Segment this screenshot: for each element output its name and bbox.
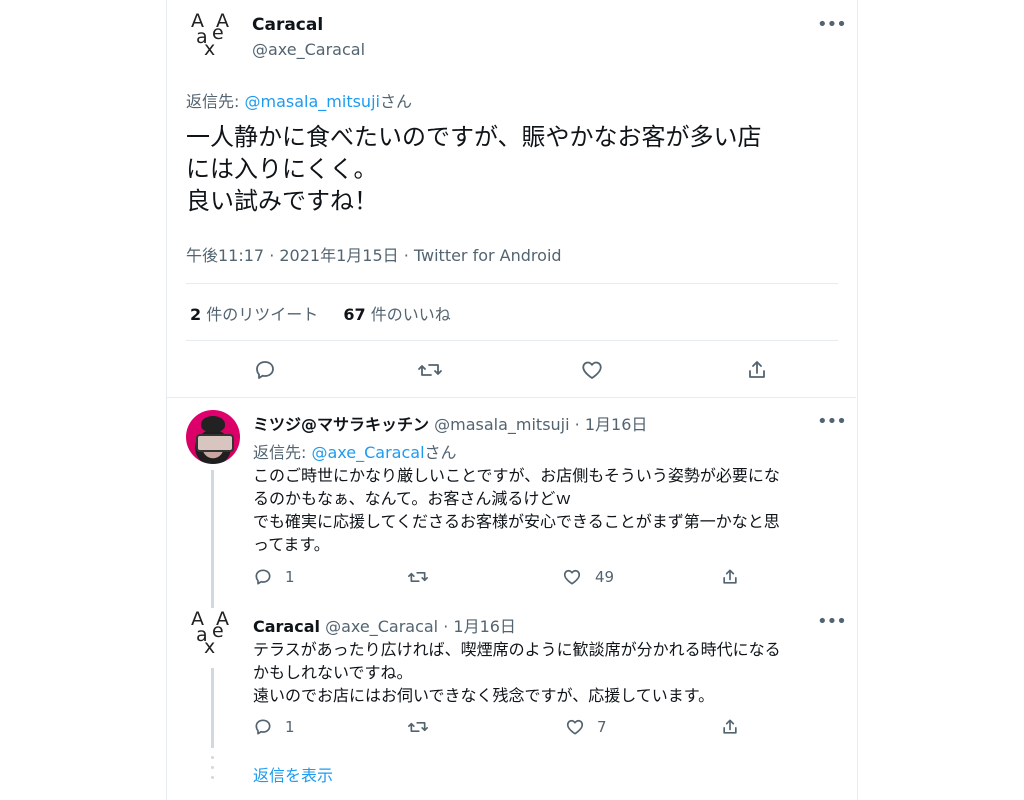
engagement-stats: 2 件のリツイート 67 件のいいね	[190, 301, 451, 325]
thread-connector	[211, 470, 214, 608]
reply-header: ミツジ@マサラキッチン @masala_mitsuji · 1月16日	[253, 411, 647, 435]
tweet-text-line: 一人静かに食べたいのですが、賑やかなお客が多い店	[186, 123, 762, 151]
avatar[interactable]: A A a e x	[186, 608, 242, 664]
tweet-text: テラスがあったり広ければ、喫煙席のように歓談席が分かれる時代になる かもしれない…	[253, 638, 781, 707]
tweet-date[interactable]: · 1月16日	[575, 415, 648, 434]
like-count: 67	[343, 305, 366, 324]
reply-to-suffix: さん	[424, 443, 457, 462]
share-icon[interactable]	[720, 567, 740, 587]
reply-to-label: 返信先:	[186, 92, 240, 111]
tweet-text: このご時世にかなり厳しいことですが、お店側もそういう姿勢が必要にな るのかもなぁ…	[253, 464, 780, 556]
more-icon[interactable]: •••	[817, 613, 847, 631]
tweet-timestamp[interactable]: 午後11:17 · 2021年1月15日 · Twitter for Andro…	[186, 242, 562, 266]
tweet-text-line: るのかもなぁ、なんて。お客さん減るけどｗ	[253, 489, 572, 508]
share-icon[interactable]	[720, 717, 740, 737]
author-name[interactable]: Caracal	[253, 617, 320, 636]
author-handle[interactable]: @axe_Caracal	[252, 40, 365, 59]
thread-dot	[211, 776, 214, 779]
divider	[166, 397, 856, 398]
tweet-text-line: でも確実に応援してくださるお客様が安心できることがまず第一かなと思	[253, 512, 780, 531]
reply-to-mention[interactable]: @axe_Caracal	[312, 443, 425, 462]
reply-to-mention[interactable]: @masala_mitsuji	[245, 92, 380, 111]
reply-to-line: 返信先: @masala_mitsujiさん	[186, 88, 412, 112]
reply-count: 1	[285, 718, 295, 736]
reply-to-suffix: さん	[379, 92, 412, 111]
retweet-count: 2	[190, 305, 202, 324]
like-icon[interactable]	[565, 717, 585, 737]
tweet-text-line: このご時世にかなり厳しいことですが、お店側もそういう姿勢が必要にな	[253, 466, 780, 485]
divider	[186, 340, 838, 341]
retweet-icon[interactable]	[417, 358, 443, 382]
more-icon[interactable]: •••	[817, 413, 847, 431]
author-handle[interactable]: @axe_Caracal	[325, 617, 438, 636]
reply-count: 1	[285, 568, 295, 586]
more-icon[interactable]: •••	[817, 16, 847, 34]
tweet-text-line: かもしれないですね。	[253, 663, 413, 682]
retweet-icon[interactable]	[407, 717, 429, 737]
avatar[interactable]: A A a e x	[186, 10, 242, 66]
tweet-text-line: ってます。	[253, 535, 330, 554]
reply-icon[interactable]	[253, 567, 273, 587]
thread-dot	[211, 766, 214, 769]
reply-to-label: 返信先:	[253, 443, 307, 462]
author-handle[interactable]: @masala_mitsuji	[434, 415, 569, 434]
divider	[186, 283, 838, 284]
tweet-text-line: 遠いのでお店にはお伺いできなく残念ですが、応援しています。	[253, 686, 715, 705]
like-icon[interactable]	[580, 358, 604, 382]
avatar[interactable]	[186, 410, 240, 464]
retweet-label: 件のリツイート	[206, 305, 319, 324]
thread-connector	[211, 668, 214, 748]
tweet-text-line: 良い試みですね！	[186, 187, 378, 215]
retweet-stat[interactable]: 2 件のリツイート	[190, 305, 323, 324]
like-count: 49	[595, 568, 615, 586]
like-icon[interactable]	[562, 567, 582, 587]
reply-icon[interactable]	[253, 358, 277, 382]
retweet-icon[interactable]	[407, 567, 429, 587]
tweet-text: 一人静かに食べたいのですが、賑やかなお客が多い店 には入りにくく。 良い試みです…	[186, 121, 762, 217]
tweet-date[interactable]: · 1月16日	[443, 617, 516, 636]
share-icon[interactable]	[745, 358, 769, 382]
tweet-text-line: テラスがあったり広ければ、喫煙席のように歓談席が分かれる時代になる	[253, 640, 781, 659]
reply-icon[interactable]	[253, 717, 273, 737]
reply-to-line: 返信先: @axe_Caracalさん	[253, 439, 457, 463]
like-count: 7	[597, 718, 607, 736]
thread-dot	[211, 756, 214, 759]
show-replies-link[interactable]: 返信を表示	[253, 762, 333, 786]
avatar-figure	[201, 416, 225, 432]
like-label: 件のいいね	[370, 305, 451, 324]
tweet-text-line: には入りにくく。	[186, 155, 378, 183]
logo-letter: x	[204, 38, 216, 60]
author-name[interactable]: ミツジ@マサラキッチン	[253, 415, 429, 434]
like-stat[interactable]: 67 件のいいね	[343, 305, 450, 324]
avatar-figure	[196, 434, 234, 452]
logo-letter: x	[204, 636, 216, 658]
reply-header: Caracal @axe_Caracal · 1月16日	[253, 613, 516, 637]
author-name[interactable]: Caracal	[252, 15, 323, 35]
